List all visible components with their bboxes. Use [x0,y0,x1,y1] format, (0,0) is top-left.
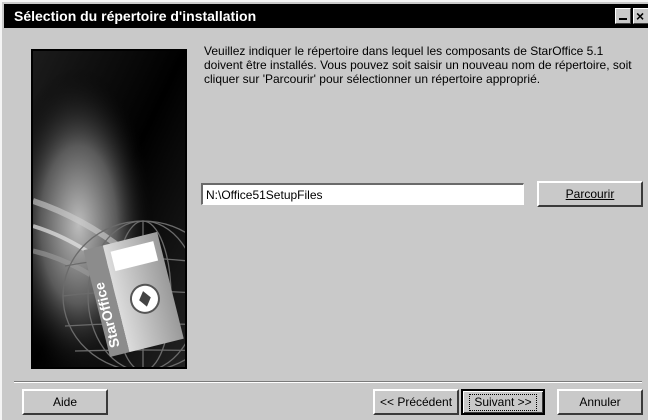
cancel-button[interactable]: Annuler [557,389,643,415]
help-button[interactable]: Aide [22,389,108,415]
next-button[interactable]: Suivant >> [461,389,545,415]
dialog-title: Sélection du répertoire d'installation [14,8,257,24]
close-button[interactable]: × [633,8,648,24]
previous-button[interactable]: << Précédent [373,389,459,415]
browse-button[interactable]: Parcourir [537,181,643,207]
install-directory-input[interactable] [201,183,524,205]
globe-box-artwork: StarOffice [33,51,185,367]
minimize-icon [619,18,627,20]
separator [14,381,642,383]
close-icon: × [636,8,645,24]
instructions-text: Veuillez indiquer le répertoire dans leq… [204,44,632,86]
minimize-button[interactable] [615,8,631,24]
setup-dialog: Sélection du répertoire d'installation × [0,0,648,420]
previous-button-label: << Précédent [379,395,453,409]
next-button-label: Suivant >> [469,394,537,411]
staroffice-illustration: StarOffice [31,49,187,369]
help-button-label: Aide [52,395,78,409]
cancel-button-label: Annuler [579,395,621,409]
title-bar[interactable]: Sélection du répertoire d'installation × [4,4,648,28]
browse-button-label: Parcourir [565,187,615,201]
